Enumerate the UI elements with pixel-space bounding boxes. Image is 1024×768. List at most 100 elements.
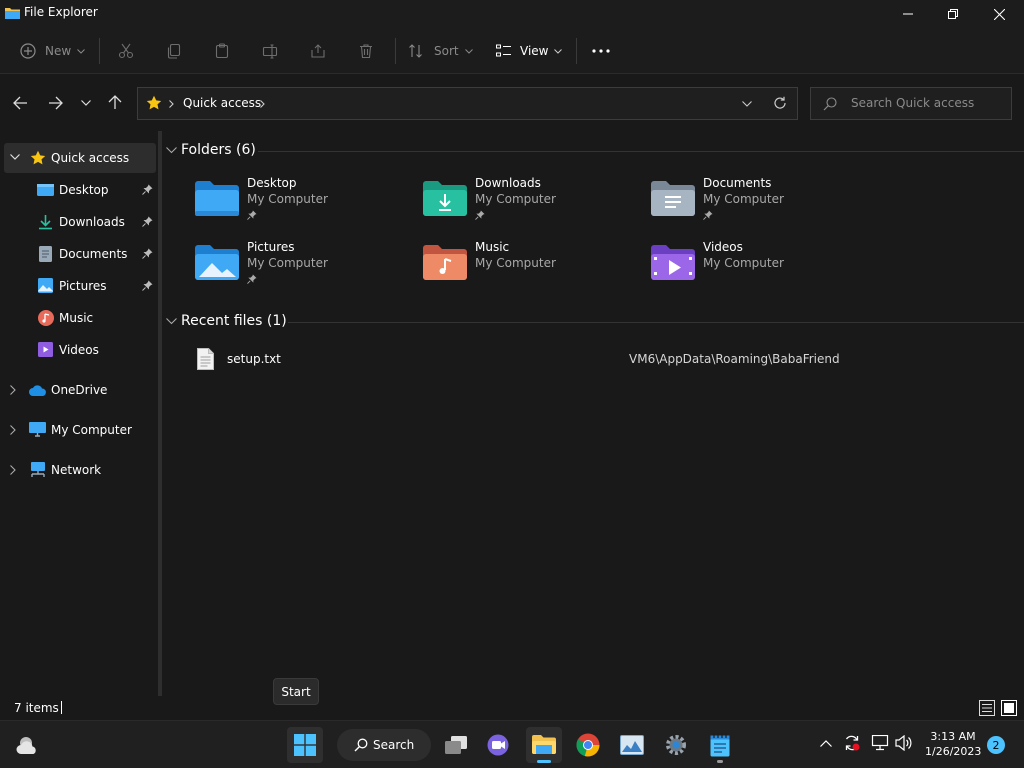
rename-button[interactable]	[262, 38, 278, 64]
sidebar-item-documents[interactable]: Documents	[0, 239, 156, 269]
folders-section-header[interactable]: Folders (6)	[166, 142, 256, 158]
refresh-button[interactable]	[773, 96, 787, 110]
task-view-icon	[444, 735, 468, 755]
address-bar[interactable]: Quick access	[137, 87, 798, 120]
paste-button[interactable]	[214, 38, 230, 64]
list-item[interactable]: setup.txt VM6\AppData\Roaming\BabaFriend	[192, 347, 882, 373]
pictures-folder-icon	[195, 244, 239, 280]
sidebar-item-onedrive[interactable]: OneDrive	[0, 375, 156, 405]
weather-widget-button[interactable]	[10, 727, 46, 763]
toolbar-divider	[395, 38, 396, 64]
chrome-button[interactable]	[570, 727, 606, 763]
folder-name: Downloads	[475, 176, 541, 190]
view-button[interactable]: View	[496, 38, 563, 64]
window-title: File Explorer	[24, 5, 98, 19]
sidebar-item-label: Music	[59, 311, 94, 325]
chevron-down-icon	[742, 101, 752, 107]
sidebar-item-pictures[interactable]: Pictures	[0, 271, 156, 301]
folder-tile-downloads[interactable]: Downloads My Computer	[423, 176, 633, 232]
new-label: New	[45, 44, 72, 58]
folder-location: My Computer	[703, 192, 784, 206]
chat-camera-icon	[487, 734, 511, 756]
clock-time: 3:13 AM	[930, 730, 976, 743]
folder-tile-pictures[interactable]: Pictures My Computer	[195, 240, 405, 296]
details-view-button[interactable]	[979, 700, 995, 716]
photos-app-button[interactable]	[614, 727, 650, 763]
settings-button[interactable]	[658, 727, 694, 763]
sidebar-item-desktop[interactable]: Desktop	[0, 175, 156, 205]
clock-button[interactable]: 3:13 AM 1/26/2023	[925, 729, 981, 759]
task-view-button[interactable]	[438, 727, 474, 763]
sidebar-item-label: Downloads	[59, 215, 125, 229]
network-status-icon[interactable]	[871, 735, 889, 751]
chevron-right-icon[interactable]	[10, 425, 16, 435]
sidebar-item-videos[interactable]: Videos	[0, 335, 156, 365]
folder-name: Music	[475, 240, 510, 254]
forward-button[interactable]	[48, 96, 63, 110]
chevron-down-icon	[77, 48, 86, 54]
volume-icon[interactable]	[895, 735, 913, 751]
pin-icon[interactable]	[142, 216, 153, 227]
sidebar-item-quick-access[interactable]: Quick access	[4, 143, 156, 173]
copy-icon	[166, 43, 182, 59]
chevron-down-icon	[464, 48, 473, 54]
share-button[interactable]	[310, 38, 326, 64]
chat-button[interactable]	[481, 727, 517, 763]
breadcrumb-quick-access[interactable]: Quick access	[183, 96, 261, 110]
sort-button[interactable]: Sort	[408, 38, 473, 64]
recent-locations-button[interactable]	[81, 100, 91, 106]
arrow-up-icon	[108, 95, 122, 110]
chevron-right-icon[interactable]	[10, 385, 16, 395]
chevron-down-icon[interactable]	[10, 154, 20, 160]
delete-button[interactable]	[358, 38, 374, 64]
folder-tile-videos[interactable]: Videos My Computer	[651, 240, 861, 296]
search-box[interactable]: Search Quick access	[810, 87, 1012, 120]
sidebar-item-network[interactable]: Network	[0, 455, 156, 485]
sidebar-item-label: Videos	[59, 343, 99, 357]
recent-files-section-header[interactable]: Recent files (1)	[166, 313, 287, 329]
close-button[interactable]	[976, 0, 1022, 28]
new-button[interactable]: New	[20, 38, 86, 64]
arrow-right-icon	[48, 96, 63, 110]
minimize-button[interactable]	[885, 0, 931, 28]
chevron-right-icon[interactable]	[260, 100, 265, 108]
chevron-right-icon[interactable]	[10, 465, 16, 475]
show-hidden-icons-button[interactable]	[820, 740, 832, 747]
taskbar: Search 3:13 AM 1/26/2023 2	[0, 720, 1024, 768]
notepad-button[interactable]	[702, 727, 738, 763]
notification-badge[interactable]: 2	[987, 736, 1005, 754]
start-button[interactable]	[287, 727, 323, 763]
sidebar-item-label: OneDrive	[51, 383, 108, 397]
restore-button[interactable]	[930, 0, 976, 28]
videos-folder-icon	[651, 244, 695, 280]
large-icons-view-button[interactable]	[1001, 700, 1017, 716]
sidebar-item-my-computer[interactable]: My Computer	[0, 415, 156, 445]
file-explorer-taskbar-button[interactable]	[526, 727, 562, 763]
address-history-dropdown[interactable]	[742, 101, 752, 107]
rename-icon	[262, 43, 278, 59]
folder-tile-desktop[interactable]: Desktop My Computer	[195, 176, 405, 232]
picture-icon	[38, 278, 53, 293]
sidebar-item-music[interactable]: Music	[0, 303, 156, 333]
copy-button[interactable]	[166, 38, 182, 64]
folder-name: Desktop	[247, 176, 297, 190]
sync-status-icon[interactable]	[843, 734, 861, 752]
downloads-folder-icon	[423, 180, 467, 216]
folder-tile-documents[interactable]: Documents My Computer	[651, 176, 861, 232]
cut-button[interactable]	[118, 38, 134, 64]
taskbar-search-button[interactable]: Search	[337, 729, 431, 761]
toolbar-divider	[99, 38, 100, 64]
more-options-button[interactable]	[592, 38, 610, 64]
pin-icon[interactable]	[142, 248, 153, 259]
folder-tile-music[interactable]: Music My Computer	[423, 240, 633, 296]
folder-icon	[532, 735, 556, 755]
sidebar-item-downloads[interactable]: Downloads	[0, 207, 156, 237]
pin-icon[interactable]	[142, 184, 153, 195]
pin-icon	[703, 210, 713, 220]
taskbar-search-label: Search	[373, 738, 415, 752]
back-button[interactable]	[13, 96, 28, 110]
cloud-icon	[29, 385, 47, 396]
pin-icon[interactable]	[142, 280, 153, 291]
up-button[interactable]	[108, 95, 122, 110]
view-list-icon	[496, 44, 512, 58]
